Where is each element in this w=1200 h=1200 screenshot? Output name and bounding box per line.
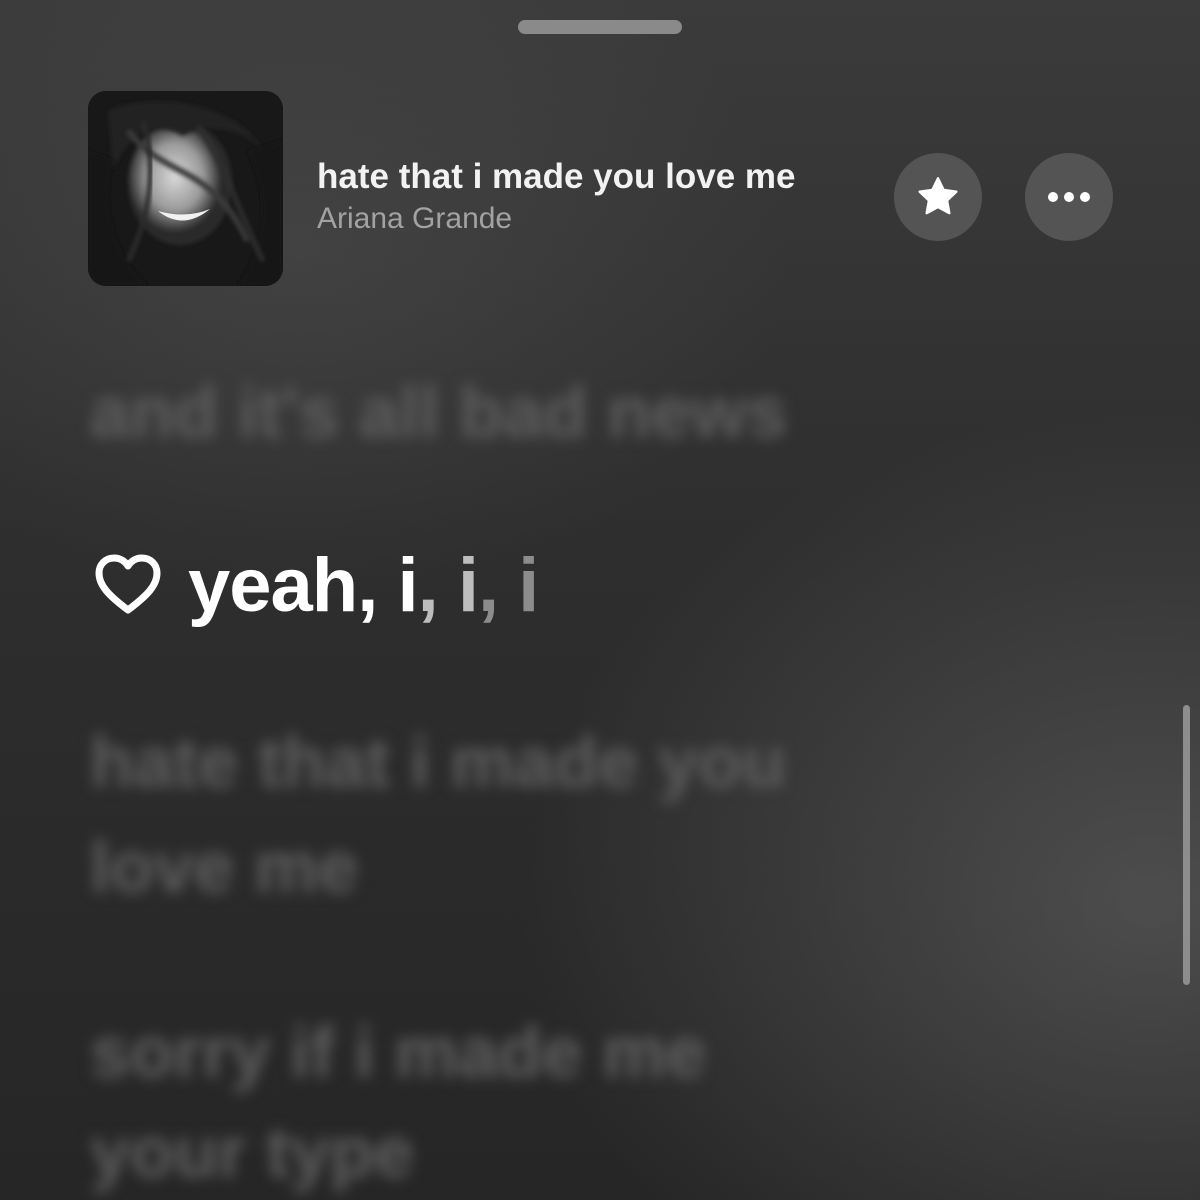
track-info[interactable]: hate that i made you love me Ariana Gran… <box>317 155 877 239</box>
album-artwork[interactable] <box>88 91 283 286</box>
track-artist[interactable]: Ariana Grande <box>317 199 877 239</box>
lyric-segment-upcoming-dim: , i <box>477 542 539 628</box>
lyric-current-text: yeah, i, i, i <box>188 542 539 629</box>
track-title: hate that i made you love me <box>317 157 796 196</box>
lyric-line-current[interactable]: yeah, i, i, i <box>94 540 539 630</box>
scrollbar[interactable] <box>1183 705 1190 985</box>
album-artwork-image <box>88 91 283 286</box>
lyric-segment-upcoming: i <box>437 542 479 628</box>
lyric-line-previous[interactable]: and it's all bad news <box>90 360 787 466</box>
lyric-line-next-3[interactable]: sorry if i made me <box>90 1000 706 1106</box>
sheet-grabber-handle[interactable] <box>518 20 682 34</box>
lyric-line-next-4[interactable]: your type <box>90 1100 414 1200</box>
lyric-segment-sung: yeah, i <box>188 542 419 628</box>
lyric-segment-partial: , <box>417 542 439 628</box>
lyric-line-next-2[interactable]: love me <box>90 815 358 921</box>
favorite-button[interactable] <box>894 153 982 241</box>
lyric-line-next-1[interactable]: hate that i made you <box>90 710 786 816</box>
heart-icon <box>95 554 161 614</box>
lyrics-screen: hate that i made you love me Ariana Gran… <box>0 0 1200 1200</box>
more-options-button[interactable] <box>1025 153 1113 241</box>
star-icon <box>918 177 958 215</box>
ellipsis-icon <box>1048 192 1090 202</box>
